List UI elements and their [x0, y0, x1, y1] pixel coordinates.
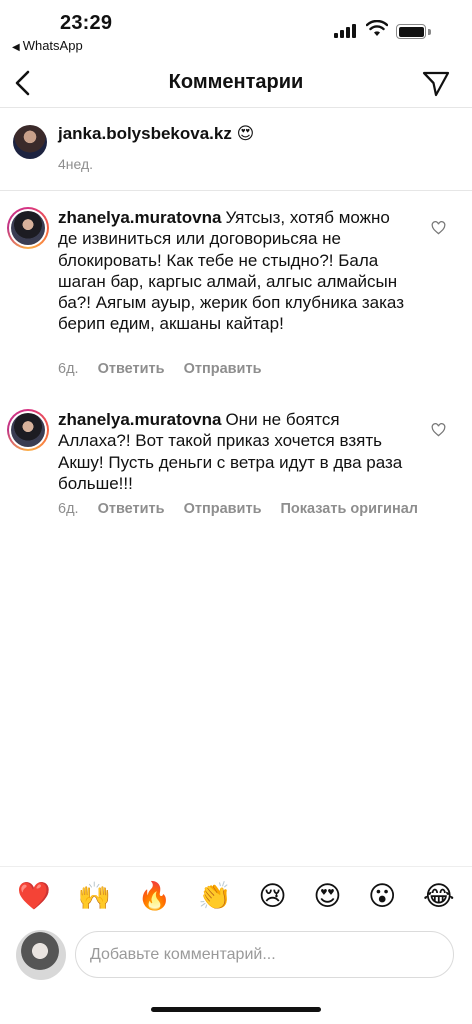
reply-button[interactable]: Ответить	[98, 361, 165, 377]
top-navigation: Комментарии	[0, 58, 472, 108]
reaction-fire-button[interactable]: 🔥	[138, 883, 172, 910]
comment-username[interactable]: zhanelya.muratovna	[58, 208, 221, 227]
quick-reactions-bar: ❤️ 🙌 🔥 👏 😢 😍 😮 😂	[0, 866, 472, 926]
direct-send-icon[interactable]	[421, 70, 451, 98]
comment-input[interactable]: Добавьте комментарий...	[75, 931, 454, 978]
caption-username-line: janka.bolysbekova.kz 😍	[58, 124, 254, 144]
comment-actions: 6д. Ответить Отправить Показать оригинал	[58, 501, 418, 517]
back-triangle-icon: ◀	[12, 42, 20, 53]
caption-username[interactable]: janka.bolysbekova.kz	[58, 124, 232, 143]
reply-button[interactable]: Ответить	[98, 501, 165, 517]
show-original-button[interactable]: Показать оригинал	[280, 501, 418, 517]
commenter-avatar[interactable]	[7, 207, 49, 249]
status-bar: 23:29 ◀ WhatsApp	[0, 0, 472, 58]
cellular-signal-icon	[334, 24, 356, 38]
comment-body: zhanelya.muratovna Они не боятся Аллаха?!…	[58, 409, 410, 494]
caption-timestamp: 4нед.	[58, 156, 94, 172]
commenter-avatar[interactable]	[7, 409, 49, 451]
reaction-heart-button[interactable]: ❤️	[17, 883, 51, 910]
comment-body: zhanelya.muratovna Уятсыз, хотяб можно де…	[58, 207, 410, 335]
send-button[interactable]: Отправить	[184, 361, 262, 377]
comment-timestamp: 6д.	[58, 501, 79, 517]
like-heart-icon[interactable]	[431, 423, 446, 437]
comment-username[interactable]: zhanelya.muratovna	[58, 410, 221, 429]
author-avatar[interactable]	[13, 125, 47, 159]
comment-composer: Добавьте комментарий...	[0, 926, 472, 986]
send-button[interactable]: Отправить	[184, 501, 262, 517]
battery-icon	[396, 24, 426, 39]
post-caption: janka.bolysbekova.kz 😍 4нед.	[0, 108, 472, 191]
reaction-crying-button[interactable]: 😢	[259, 883, 287, 910]
wifi-icon	[366, 20, 388, 36]
comment-timestamp: 6д.	[58, 361, 79, 377]
reaction-laughing-button[interactable]: 😂	[423, 883, 455, 910]
home-indicator[interactable]	[151, 1007, 321, 1012]
caption-emoji: 😍	[236, 124, 255, 143]
status-time: 23:29	[60, 12, 113, 34]
comment-actions: 6д. Ответить Отправить	[58, 361, 261, 377]
battery-cap	[428, 29, 431, 35]
current-user-avatar	[16, 930, 66, 980]
like-heart-icon[interactable]	[431, 221, 446, 235]
page-title: Комментарии	[168, 71, 304, 93]
back-to-app-link[interactable]: ◀ WhatsApp	[12, 38, 83, 53]
reaction-raised-hands-button[interactable]: 🙌	[78, 883, 112, 910]
reaction-heart-eyes-button[interactable]: 😍	[313, 883, 341, 910]
back-app-label: WhatsApp	[22, 38, 83, 53]
reaction-clap-button[interactable]: 👏	[198, 883, 232, 910]
reaction-surprised-button[interactable]: 😮	[368, 883, 396, 910]
